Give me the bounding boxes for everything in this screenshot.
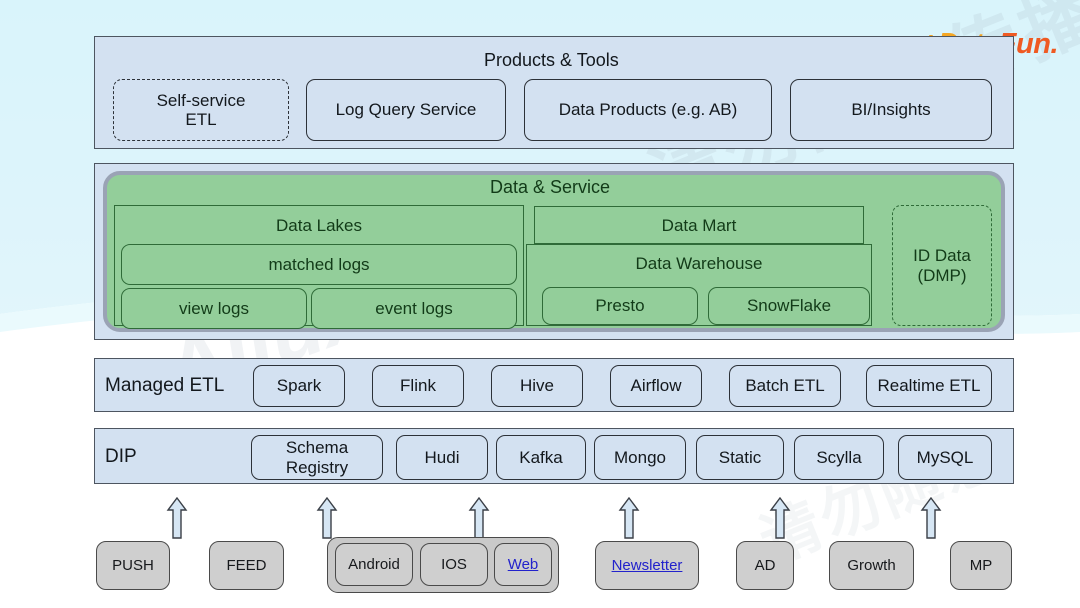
dip-mongo[interactable]: Mongo [594,435,686,480]
managed-etl-airflow[interactable]: Airflow [610,365,702,407]
source-mp[interactable]: MP [950,541,1012,590]
product-log-query-service[interactable]: Log Query Service [306,79,506,141]
managed-etl-flink[interactable]: Flink [372,365,464,407]
dip-label: DIP [105,446,137,468]
managed-etl-spark[interactable]: Spark [253,365,345,407]
data-lakes-event-logs[interactable]: event logs [311,288,517,329]
dip-mysql[interactable]: MySQL [898,435,992,480]
dip-scylla[interactable]: Scylla [794,435,884,480]
data-warehouse-title: Data Warehouse [526,254,872,274]
products-title: Products & Tools [484,50,619,71]
source-ad[interactable]: AD [736,541,794,590]
data-lakes-view-logs[interactable]: view logs [121,288,307,329]
dip-kafka[interactable]: Kafka [496,435,586,480]
data-lakes-title: Data Lakes [114,216,524,236]
source-push[interactable]: PUSH [96,541,170,590]
arrow-up-apps [468,497,490,539]
source-web[interactable]: Web [494,543,552,586]
source-ios[interactable]: IOS [420,543,488,586]
data-mart-title: Data Mart [534,216,864,236]
product-data-products[interactable]: Data Products (e.g. AB) [524,79,772,141]
managed-etl-hive[interactable]: Hive [491,365,583,407]
data-service-title: Data & Service [490,177,610,198]
source-growth[interactable]: Growth [829,541,914,590]
product-bi-insights[interactable]: BI/Insights [790,79,992,141]
managed-etl-realtime-etl[interactable]: Realtime ETL [866,365,992,407]
arrow-up-ad [769,497,791,539]
dip-static[interactable]: Static [696,435,784,480]
diagram-canvas: 请勿随意传播 Alluxio 请勿随意 DataFun. Products & … [0,0,1080,608]
arrow-up-push [166,497,188,539]
dip-hudi[interactable]: Hudi [396,435,488,480]
product-self-service-etl[interactable]: Self-service ETL [113,79,289,141]
id-data-dmp[interactable]: ID Data (DMP) [892,205,992,326]
arrow-up-mp [920,497,942,539]
arrow-up-newsletter [618,497,640,539]
source-feed[interactable]: FEED [209,541,284,590]
source-android[interactable]: Android [335,543,413,586]
source-newsletter[interactable]: Newsletter [595,541,699,590]
arrow-up-feed [316,497,338,539]
managed-etl-batch-etl[interactable]: Batch ETL [729,365,841,407]
data-lakes-matched-logs[interactable]: matched logs [121,244,517,285]
data-warehouse-snowflake[interactable]: SnowFlake [708,287,870,325]
managed-etl-label: Managed ETL [105,375,224,397]
dip-schema-registry[interactable]: Schema Registry [251,435,383,480]
data-warehouse-presto[interactable]: Presto [542,287,698,325]
